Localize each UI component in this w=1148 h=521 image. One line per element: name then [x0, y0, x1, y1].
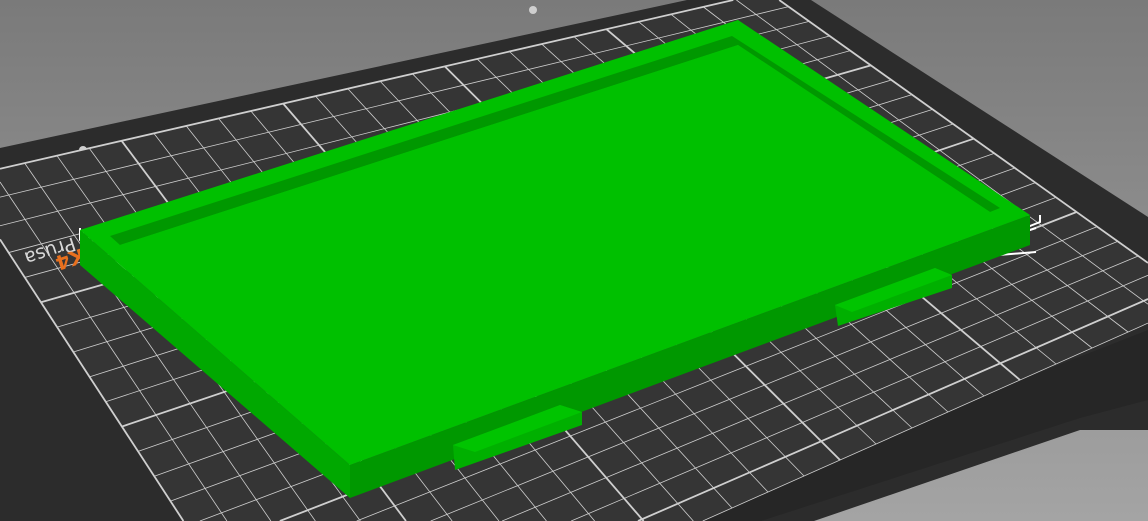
- bed-mount-hole: [529, 6, 537, 14]
- 3d-viewport[interactable]: by Josef Prusa K4: [0, 0, 1148, 521]
